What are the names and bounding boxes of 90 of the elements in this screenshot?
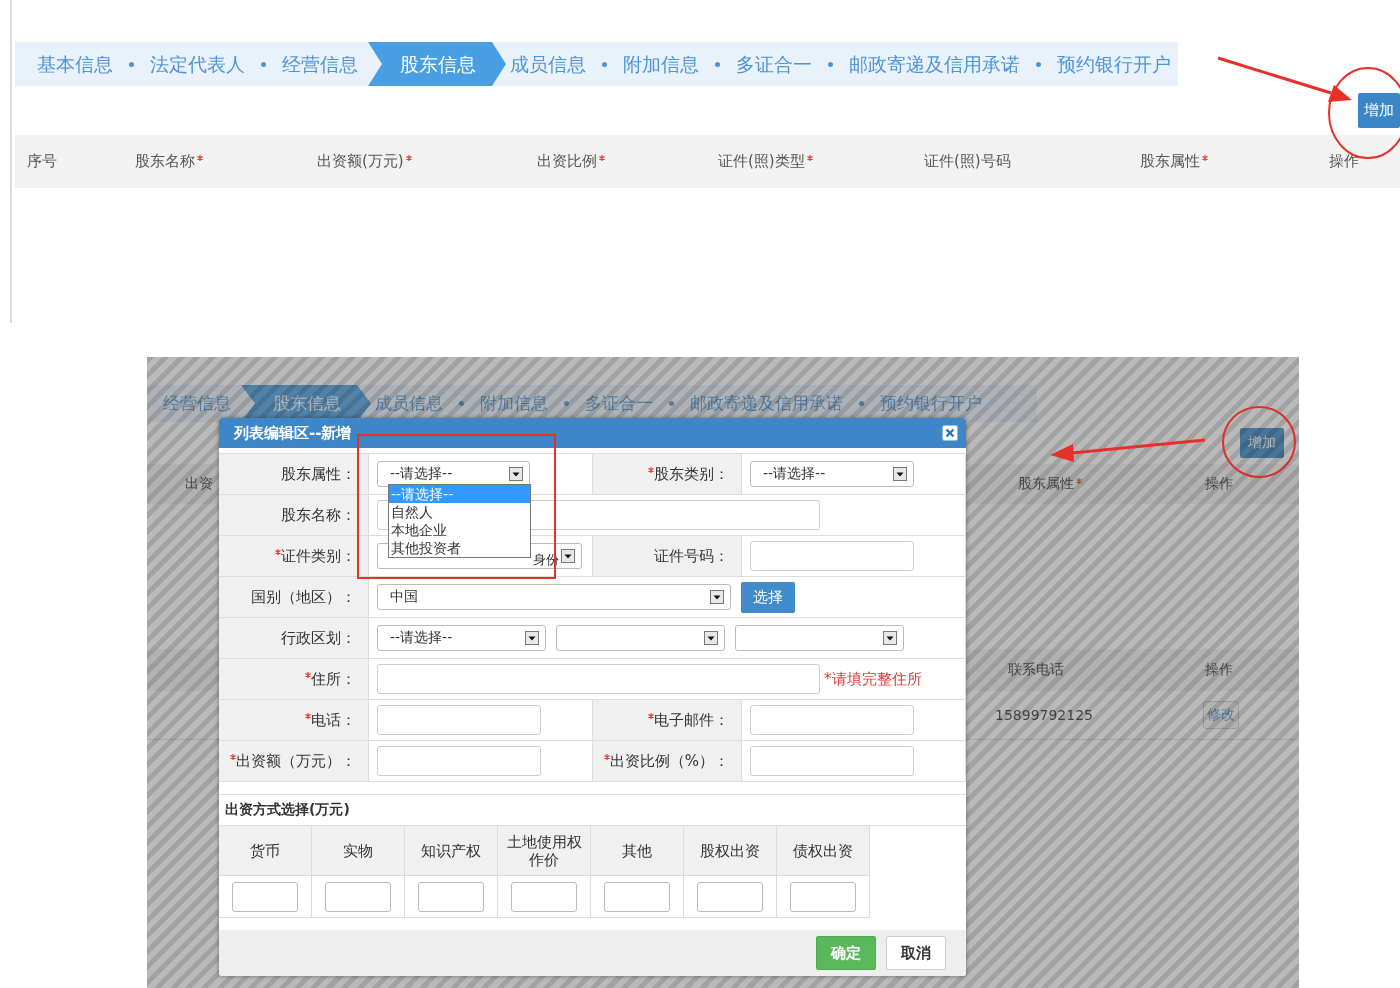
select-field[interactable]: --请选择-- [377, 625, 546, 651]
input-field[interactable] [697, 881, 763, 912]
field-label: 证件类别： [281, 546, 356, 566]
confirm-button[interactable]: 确定 [816, 936, 876, 970]
column-header: 股东属性 [1140, 152, 1200, 171]
dot-icon [669, 401, 674, 406]
step-tab[interactable]: 预约银行开户 [1053, 42, 1175, 86]
edit-button[interactable]: 修改 [1203, 701, 1239, 729]
input-field[interactable] [511, 881, 577, 912]
close-icon[interactable] [942, 425, 958, 441]
field-label: 股东类别： [654, 464, 729, 484]
dot-icon [459, 401, 464, 406]
dot-icon [564, 401, 569, 406]
input-field[interactable] [750, 746, 914, 776]
column-header: 证件(照)号码 [924, 152, 1011, 171]
dot-icon [828, 61, 833, 67]
column-header: 货币 [250, 841, 280, 860]
select-field[interactable]: --请选择-- [750, 461, 914, 487]
step-tab[interactable]: 多证合一 [581, 385, 657, 422]
dot-icon [715, 61, 720, 67]
dropdown-option[interactable]: 自然人 [389, 503, 530, 521]
select-field[interactable]: 中国 [377, 584, 731, 610]
step-tab[interactable]: 经营信息 [159, 385, 235, 422]
column-header: 知识产权 [421, 841, 481, 860]
dot-icon [859, 401, 864, 406]
field-label: 电子邮件： [654, 710, 729, 730]
field-label: 行政区划： [281, 628, 356, 648]
column-header: 证件(照)类型 [718, 152, 805, 171]
dot-icon [602, 61, 607, 67]
column-header: 联系电话 [1008, 661, 1065, 679]
column-header: 出资比例 [537, 152, 597, 171]
input-field[interactable] [325, 881, 391, 912]
step-tab[interactable]: 附加信息 [619, 42, 703, 86]
step-tab[interactable]: 经营信息 [278, 42, 362, 86]
field-label: 出资额（万元）： [236, 751, 356, 771]
column-header: 出资 [185, 475, 213, 493]
add-button[interactable]: 增加 [1358, 93, 1400, 128]
cancel-button[interactable]: 取消 [886, 936, 946, 970]
input-field[interactable] [377, 664, 820, 694]
column-header: 操作 [1205, 661, 1234, 679]
step-tab[interactable]: 附加信息 [476, 385, 552, 422]
step-tab[interactable]: 预约银行开户 [876, 385, 986, 422]
column-header: 其他 [622, 841, 652, 860]
field-label: 证件号码： [654, 546, 729, 566]
input-field[interactable] [232, 881, 298, 912]
dropdown-option[interactable]: --请选择-- [389, 485, 530, 503]
column-header: 操作 [1329, 152, 1359, 171]
field-label: 电话： [311, 710, 356, 730]
dialog-title: 列表编辑区--新增 [234, 423, 352, 443]
column-header: 实物 [343, 841, 373, 860]
column-header: 债权出资 [793, 841, 853, 860]
hint-text: *请填完整住所 [824, 669, 922, 689]
input-field[interactable] [790, 881, 856, 912]
section-title: 出资方式选择(万元) [219, 794, 966, 826]
step-tab[interactable]: 多证合一 [732, 42, 816, 86]
column-header: 股权出资 [700, 841, 760, 860]
input-field[interactable] [750, 705, 914, 735]
step-tab[interactable]: 成员信息 [371, 385, 447, 422]
field-label: 股东名称： [281, 505, 356, 525]
dot-icon [129, 61, 134, 67]
dropdown-option[interactable]: 本地企业 [389, 521, 530, 539]
input-field[interactable] [418, 881, 484, 912]
table-cell-text: 15899792125 [995, 707, 1094, 723]
step-tab[interactable]: 邮政寄递及信用承诺 [845, 42, 1024, 86]
column-header: 操作 [1205, 475, 1233, 493]
step-tab[interactable]: 邮政寄递及信用承诺 [686, 385, 847, 422]
select-field[interactable] [556, 625, 725, 651]
select-field[interactable] [735, 625, 904, 651]
field-label: 国别（地区）： [251, 587, 356, 607]
input-field[interactable] [604, 881, 670, 912]
field-label: 出资比例（%）： [609, 751, 729, 771]
column-header: 出资额(万元) [317, 152, 404, 171]
column-header: 土地使用权作价 [506, 832, 582, 869]
input-field[interactable] [750, 541, 914, 571]
field-label: 住所： [311, 669, 356, 689]
dot-icon [1036, 61, 1041, 67]
dot-icon [261, 61, 266, 67]
step-tab[interactable]: 成员信息 [506, 42, 590, 86]
column-header: 股东名称 [135, 152, 195, 171]
add-button[interactable]: 增加 [1240, 428, 1284, 458]
step-tab[interactable]: 基本信息 [33, 42, 117, 86]
choose-button[interactable]: 选择 [741, 581, 795, 613]
step-tab[interactable]: 股东信息 [368, 42, 506, 86]
step-tab[interactable]: 法定代表人 [146, 42, 249, 86]
column-header: 序号 [27, 152, 57, 171]
column-header: 股东属性 [1018, 475, 1074, 493]
field-label: 股东属性： [281, 464, 356, 484]
input-field[interactable] [377, 705, 541, 735]
dropdown-option[interactable]: 其他投资者 [389, 539, 530, 557]
input-field[interactable] [377, 746, 541, 776]
